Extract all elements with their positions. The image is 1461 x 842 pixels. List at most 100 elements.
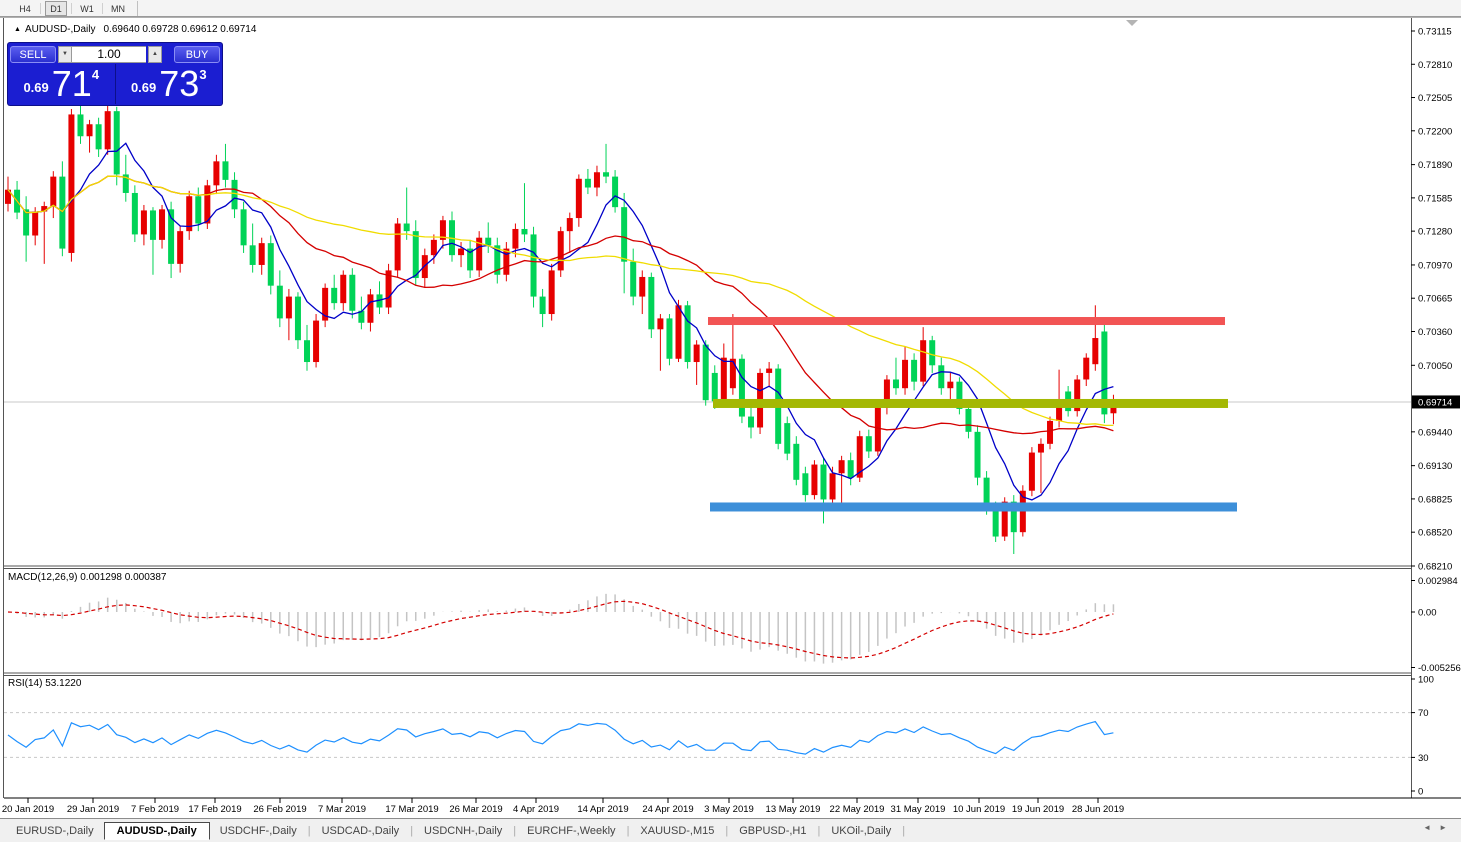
candlestick-chart[interactable]: 0.73115 0.72810 0.72505 0.72200 0.71890 0.715… (0, 0, 1461, 842)
tab-usdcad-daily[interactable]: USDCAD-,Daily (312, 823, 410, 839)
candle-body (911, 359, 918, 382)
candle-body (131, 192, 138, 235)
candle-body (23, 209, 30, 236)
rsi-line (7, 720, 1114, 755)
price-tick-label: 0.72200 (1418, 126, 1452, 137)
macd-histogram-group (16, 593, 1115, 664)
candle-body (612, 176, 619, 208)
candle-body (675, 305, 682, 359)
ask-price-prefix: 0.69 (130, 80, 157, 95)
bid-price[interactable]: 0.69 71 4 (8, 64, 116, 104)
tab-eurchf-weekly[interactable]: EURCHF-,Weekly (517, 823, 625, 839)
volume-decrease-button[interactable]: ▼ (58, 45, 72, 63)
candle-body (829, 473, 836, 500)
candle-body (657, 318, 664, 330)
candle-body (140, 210, 147, 235)
date-label: 17 Mar 2019 (385, 804, 438, 815)
tab-eurusd-daily[interactable]: EURUSD-,Daily (6, 823, 104, 839)
candle-body (729, 358, 736, 389)
candle-body (902, 359, 909, 389)
candle-body (820, 464, 827, 500)
candle-body (974, 431, 981, 478)
bid-ask-display: 0.69 71 4 0.69 73 3 (8, 64, 222, 104)
pivot-line (713, 398, 1228, 408)
ohlc-values: 0.69640 0.69728 0.69612 0.69714 (103, 24, 257, 35)
bid-price-pip: 4 (91, 67, 100, 82)
collapse-triangle-icon[interactable]: ▲ (14, 26, 21, 33)
candle-body (1028, 452, 1035, 491)
price-tick-label: 0.72505 (1418, 93, 1452, 104)
date-label: 14 Apr 2019 (577, 804, 628, 815)
price-tick-label: 0.71585 (1418, 193, 1452, 204)
sell-button[interactable]: SELL (10, 45, 56, 63)
ask-price[interactable]: 0.69 73 3 (116, 64, 223, 104)
candle-body (50, 176, 57, 207)
rsi-tick-label: 70 (1418, 708, 1429, 719)
candle-body (965, 408, 972, 432)
candle-body (874, 407, 881, 452)
symbol-period-label: AUDUSD-,Daily (24, 24, 96, 35)
candle-body (149, 210, 156, 240)
tab-scroll-left-icon[interactable]: ◄ (1423, 823, 1439, 832)
candle-body (838, 460, 845, 474)
volume-input[interactable] (72, 45, 146, 63)
volume-increase-button[interactable]: ▲ (148, 45, 162, 63)
price-tick-label: 0.73115 (1418, 27, 1452, 38)
candle-body (648, 276, 655, 330)
candle-body (213, 161, 220, 186)
candle-body (947, 381, 954, 389)
candle-body (68, 114, 75, 253)
candle-body (530, 234, 537, 297)
resistance-line (708, 317, 1225, 326)
one-click-trading-panel: SELL ▼ ▲ BUY 0.69 71 4 0.69 73 3 (8, 43, 222, 105)
candle-body (77, 114, 84, 137)
candle-body (539, 296, 546, 315)
candle-body (195, 196, 202, 224)
date-label: 20 Jan 2019 (2, 804, 54, 815)
tab-audusd-daily[interactable]: AUDUSD-,Daily (103, 821, 210, 840)
buy-button[interactable]: BUY (174, 45, 220, 63)
tab-separator: | (902, 824, 906, 837)
tab-ukoil-daily[interactable]: UKOil-,Daily (821, 823, 901, 839)
candle-body (702, 344, 709, 401)
trade-controls-row: SELL ▼ ▲ BUY (8, 45, 222, 63)
tab-usdchf-daily[interactable]: USDCHF-,Daily (210, 823, 307, 839)
candle-body (693, 344, 700, 363)
tab-gbpusd-h1[interactable]: GBPUSD-,H1 (729, 823, 816, 839)
candle-body (793, 443, 800, 480)
tab-separator: | (307, 824, 311, 837)
candle-body (485, 237, 492, 246)
candle-body (249, 245, 256, 265)
candle-body (1047, 420, 1054, 444)
ask-price-big: 73 (159, 63, 200, 104)
price-tick-label: 0.68520 (1418, 528, 1452, 539)
candle-body (684, 305, 691, 363)
candle-body (276, 285, 283, 319)
candle-body (711, 372, 718, 402)
candle-body (920, 340, 927, 382)
candle-body (1083, 357, 1090, 380)
mt4-window: H4 D1 W1 MN 0.73115 0.72810 0.72505 0.72200… (0, 0, 1461, 842)
macd-tick-label: -0.005256 (1418, 663, 1461, 674)
candle-body (929, 340, 936, 366)
candle-body (403, 223, 410, 232)
tab-scroll-right-icon[interactable]: ► (1439, 823, 1455, 832)
price-tick-label: 0.72810 (1418, 60, 1452, 71)
candle-body (621, 207, 628, 262)
candle-body (865, 436, 872, 452)
candle-body (630, 261, 637, 297)
chart-title: ▲ AUDUSD-,Daily 0.69640 0.69728 0.69612 0.… (14, 24, 256, 35)
candle-body (666, 318, 673, 359)
tab-usdcnh-daily[interactable]: USDCNH-,Daily (414, 823, 512, 839)
tab-scroll-arrows[interactable]: ◄► (1423, 823, 1455, 832)
candle-body (766, 368, 773, 373)
candle-body (177, 231, 184, 264)
date-label: 17 Feb 2019 (188, 804, 241, 815)
price-tick-label: 0.70050 (1418, 361, 1452, 372)
price-tick-label: 0.70360 (1418, 327, 1452, 338)
candle-body (892, 379, 899, 389)
price-tick-label: 0.69130 (1418, 461, 1452, 472)
date-label: 24 Apr 2019 (642, 804, 693, 815)
price-tick-label: 0.68210 (1418, 561, 1452, 572)
tab-xauusd-m15[interactable]: XAUUSD-,M15 (630, 823, 724, 839)
